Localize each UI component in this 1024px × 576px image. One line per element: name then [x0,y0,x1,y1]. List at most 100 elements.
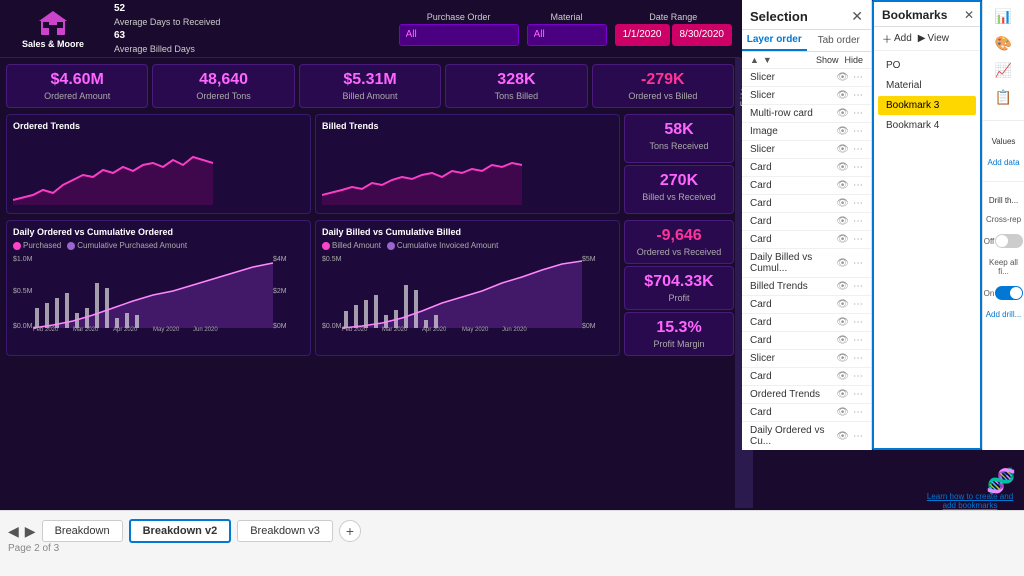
layer-eye-icon[interactable]: 👁 [836,317,849,328]
layer-item[interactable]: Card 👁 ⋯ [742,404,871,422]
bookmark-item[interactable]: Material [878,76,976,95]
layer-more-icon[interactable]: ⋯ [853,317,863,328]
layer-more-icon[interactable]: ⋯ [853,407,863,418]
layer-item[interactable]: Multi-row card 👁 ⋯ [742,105,871,123]
layer-eye-icon[interactable]: 👁 [836,234,849,245]
layer-eye-icon[interactable]: 👁 [836,180,849,191]
layer-eye-icon[interactable]: 👁 [836,353,849,364]
layer-item[interactable]: Card 👁 ⋯ [742,213,871,231]
layer-more-icon[interactable]: ⋯ [853,234,863,245]
daily-ordered-chart: Daily Ordered vs Cumulative Ordered Purc… [6,220,311,356]
visual-icon-analytics[interactable]: 📈 [995,62,1012,79]
layer-item[interactable]: Slicer 👁 ⋯ [742,350,871,368]
layer-eye-icon[interactable]: 👁 [836,299,849,310]
layer-eye-icon[interactable]: 👁 [836,162,849,173]
layer-eye-icon[interactable]: 👁 [836,335,849,346]
layer-more-icon[interactable]: ⋯ [853,72,863,83]
svg-text:Feb 2020: Feb 2020 [342,327,368,333]
layer-item[interactable]: Slicer 👁 ⋯ [742,87,871,105]
layer-item[interactable]: Card 👁 ⋯ [742,177,871,195]
layer-item[interactable]: Slicer 👁 ⋯ [742,141,871,159]
layer-eye-icon[interactable]: 👁 [836,431,849,442]
date-start-btn[interactable]: 1/1/2020 [615,24,670,46]
metrics-area: 52 Average Days to Received 63 Average B… [114,2,220,55]
layer-item[interactable]: Image 👁 ⋯ [742,123,871,141]
material-select[interactable]: All [527,24,607,46]
tab-tab-order[interactable]: Tab order [807,30,872,51]
daily-billed-chart: Daily Billed vs Cumulative Billed Billed… [315,220,620,356]
move-up-btn[interactable]: ▲ [750,55,759,65]
visual-icon-bar-chart[interactable]: 📊 [995,8,1012,25]
layer-item[interactable]: Card 👁 ⋯ [742,314,871,332]
layer-eye-icon[interactable]: 👁 [836,258,849,269]
ordered-trends-card: Ordered Trends [6,114,311,214]
layer-eye-icon[interactable]: 👁 [836,108,849,119]
layer-more-icon[interactable]: ⋯ [853,198,863,209]
layer-more-icon[interactable]: ⋯ [853,108,863,119]
bookmark-item[interactable]: Bookmark 3 [878,96,976,115]
layer-more-icon[interactable]: ⋯ [853,162,863,173]
add-data-link[interactable]: Add data [987,158,1019,167]
purchase-order-select[interactable]: All [399,24,519,46]
tab-layer-order[interactable]: Layer order [742,30,807,51]
layer-item[interactable]: Ordered Trends 👁 ⋯ [742,386,871,404]
page-tab-breakdown[interactable]: Breakdown [42,520,123,542]
layer-more-icon[interactable]: ⋯ [853,126,863,137]
layer-more-icon[interactable]: ⋯ [853,335,863,346]
bookmarks-title: Bookmarks [882,8,947,22]
layer-more-icon[interactable]: ⋯ [853,431,863,442]
layer-item[interactable]: Card 👁 ⋯ [742,159,871,177]
page-next-btn[interactable]: ▶ [25,523,36,540]
page-tab-breakdown-v2[interactable]: Breakdown v2 [129,519,232,543]
layer-more-icon[interactable]: ⋯ [853,180,863,191]
layer-item[interactable]: Daily Billed vs Cumul... 👁 ⋯ [742,249,871,278]
layer-eye-icon[interactable]: 👁 [836,371,849,382]
layer-more-icon[interactable]: ⋯ [853,216,863,227]
layer-eye-icon[interactable]: 👁 [836,407,849,418]
page-prev-btn[interactable]: ◀ [8,523,19,540]
layer-eye-icon[interactable]: 👁 [836,72,849,83]
add-page-btn[interactable]: + [339,520,361,542]
layer-more-icon[interactable]: ⋯ [853,258,863,269]
layer-eye-icon[interactable]: 👁 [836,281,849,292]
add-drill-link[interactable]: Add drill... [986,310,1022,319]
layer-more-icon[interactable]: ⋯ [853,371,863,382]
layer-more-icon[interactable]: ⋯ [853,281,863,292]
layer-more-icon[interactable]: ⋯ [853,389,863,400]
bookmark-item[interactable]: Bookmark 4 [878,116,976,135]
move-down-btn[interactable]: ▼ [763,55,772,65]
layer-item[interactable]: Billed Trends 👁 ⋯ [742,278,871,296]
bookmark-view-btn[interactable]: ▶ View [918,31,949,46]
keep-filters-toggle[interactable]: On [984,286,1024,300]
layer-item[interactable]: Card 👁 ⋯ [742,231,871,249]
layer-item[interactable]: Slicer 👁 ⋯ [742,69,871,87]
layer-more-icon[interactable]: ⋯ [853,353,863,364]
layer-eye-icon[interactable]: 👁 [836,389,849,400]
layer-eye-icon[interactable]: 👁 [836,126,849,137]
layer-list: Slicer 👁 ⋯ Slicer 👁 ⋯ Multi-row card 👁 ⋯… [742,69,871,450]
layer-eye-icon[interactable]: 👁 [836,90,849,101]
layer-eye-icon[interactable]: 👁 [836,216,849,227]
layer-eye-icon[interactable]: 👁 [836,144,849,155]
layer-more-icon[interactable]: ⋯ [853,299,863,310]
kpi-ordered-vs-billed: -279K Ordered vs Billed [592,64,734,108]
bookmarks-close[interactable]: ✕ [964,8,974,22]
layer-more-icon[interactable]: ⋯ [853,90,863,101]
page-tab-breakdown-v3[interactable]: Breakdown v3 [237,520,333,542]
layer-item[interactable]: Card 👁 ⋯ [742,195,871,213]
bookmark-item[interactable]: PO [878,56,976,75]
layer-eye-icon[interactable]: 👁 [836,198,849,209]
bookmarks-list: POMaterialBookmark 3Bookmark 4 [874,51,980,140]
layer-item[interactable]: Card 👁 ⋯ [742,296,871,314]
layer-more-icon[interactable]: ⋯ [853,144,863,155]
bookmark-add-btn[interactable]: ＋ Add [882,31,912,46]
layer-item[interactable]: Card 👁 ⋯ [742,368,871,386]
selection-panel-close[interactable]: ✕ [851,8,863,25]
date-end-btn[interactable]: 8/30/2020 [672,24,733,46]
cross-report-toggle[interactable]: Off [984,234,1024,248]
visual-icon-format[interactable]: 🎨 [995,35,1012,52]
layer-item[interactable]: Card 👁 ⋯ [742,332,871,350]
layer-item[interactable]: Daily Ordered vs Cu... 👁 ⋯ [742,422,871,450]
learn-bookmarks-link[interactable]: Learn how to create and add bookmarks [920,492,1020,510]
visual-icon-data[interactable]: 📋 [995,89,1012,106]
